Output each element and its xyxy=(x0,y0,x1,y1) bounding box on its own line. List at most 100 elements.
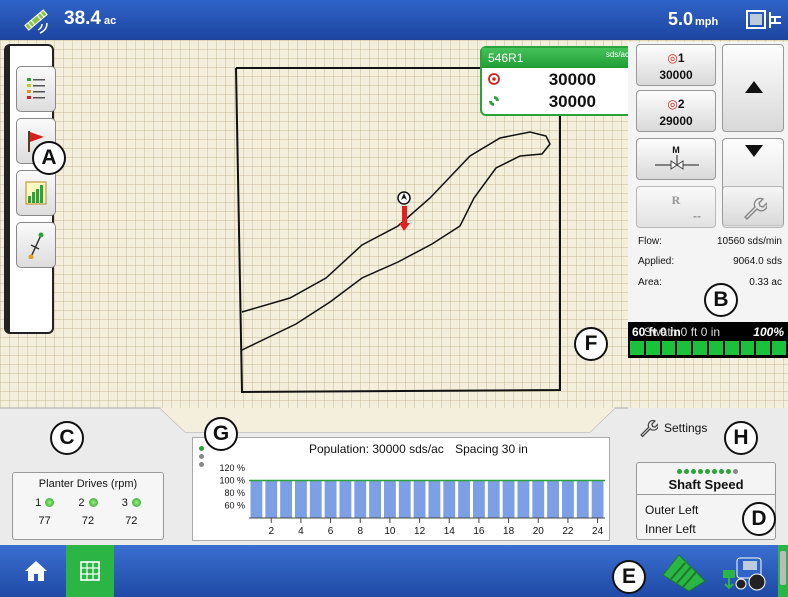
drive-number: 2 xyxy=(78,497,85,509)
field-ops-icon xyxy=(662,554,706,592)
callout-c: C xyxy=(50,421,84,455)
row-bar xyxy=(369,480,381,518)
planter-drives-title: Planter Drives (rpm) xyxy=(38,478,138,490)
vehicle-setup-button[interactable] xyxy=(716,545,772,597)
row-bar xyxy=(428,480,441,518)
row-bar xyxy=(324,480,337,518)
scroll-handle[interactable] xyxy=(780,551,786,585)
section-indicator xyxy=(740,341,755,355)
page-dot xyxy=(712,469,717,474)
row-bar xyxy=(502,480,515,518)
section-indicator xyxy=(645,341,660,355)
x-tick-label: 14 xyxy=(444,526,456,537)
planter-drives-panel[interactable]: Planter Drives (rpm) 1 77 2 72 3 72 xyxy=(12,472,164,540)
yield-tab[interactable] xyxy=(16,170,56,216)
population-graph[interactable]: Population: 30000 sds/ac Spacing 30 in 1… xyxy=(192,437,610,541)
tractor-icon xyxy=(723,557,766,591)
area-stat-value: 0.33 ac xyxy=(749,277,782,288)
x-tick-label: 16 xyxy=(473,526,485,537)
section-indicator xyxy=(677,341,692,355)
section-indicators xyxy=(630,341,786,355)
grid-icon xyxy=(80,561,100,581)
page-dot xyxy=(677,469,682,474)
row-bar xyxy=(250,480,263,518)
speed-readout: 5.0 mph xyxy=(668,9,718,30)
rate2-label: 2 xyxy=(677,97,685,111)
applied-label: Applied: xyxy=(638,256,675,267)
drive-rpm: 72 xyxy=(81,515,95,527)
manual-valve-button[interactable]: M xyxy=(636,138,716,180)
guidance-tab[interactable] xyxy=(16,222,56,268)
row-bar xyxy=(309,480,322,518)
drive-status-dot xyxy=(88,498,98,507)
settings-button[interactable]: Settings xyxy=(638,418,728,440)
row-bar xyxy=(517,480,530,518)
rate2-button[interactable]: ◎2 29000 xyxy=(636,90,716,132)
shaft-page-dots xyxy=(677,469,738,474)
row-bar xyxy=(384,480,396,518)
manual-label: M xyxy=(672,145,680,155)
rate1-value: 30000 xyxy=(659,68,693,82)
bottom-nav-bar xyxy=(0,545,788,597)
y-tick-label: 80 % xyxy=(224,488,245,498)
section-indicator xyxy=(772,341,786,355)
flow-label: Flow: xyxy=(638,236,662,247)
rx-value: -- xyxy=(693,209,701,223)
gps-icon[interactable] xyxy=(18,4,54,36)
actual-rate-value: 30000 xyxy=(548,92,596,111)
callout-a: A xyxy=(32,141,66,175)
drive-item: 2 72 xyxy=(68,497,108,527)
callout-b: B xyxy=(704,283,738,317)
target-rate-value: 30000 xyxy=(548,70,596,89)
swath-control-bar[interactable]: 60 ft 0 in Swath 0 ft 0 in 100% xyxy=(628,322,788,358)
area-value: 38.4 xyxy=(64,8,101,29)
row-bar xyxy=(458,480,470,518)
drive-item: 3 72 xyxy=(111,497,151,527)
area-readout: 38.4 ac xyxy=(64,8,116,30)
section-indicator xyxy=(708,341,723,355)
home-button[interactable] xyxy=(12,545,60,597)
page-dot xyxy=(684,469,689,474)
x-tick-label: 2 xyxy=(268,526,274,537)
x-tick-label: 4 xyxy=(298,526,304,537)
row-bar xyxy=(265,480,278,518)
settings-label: Settings xyxy=(664,421,708,435)
field-operations-button[interactable] xyxy=(656,545,712,597)
drive-status-dot xyxy=(45,498,55,507)
speed-unit: mph xyxy=(695,16,719,28)
callout-f: F xyxy=(574,327,608,361)
y-tick-label: 100 % xyxy=(219,476,245,486)
legend-tab[interactable] xyxy=(16,66,56,112)
flow-value: 10560 sds/min xyxy=(716,236,782,247)
rate1-button[interactable]: ◎1 30000 xyxy=(636,44,716,86)
row-bar xyxy=(280,480,292,518)
row-bar xyxy=(576,480,589,518)
swath-overlap-text: Swath 0 ft 0 in xyxy=(644,325,721,339)
shaft-row-1: Outer Left xyxy=(645,503,699,517)
view-split-icon[interactable] xyxy=(746,9,782,31)
bar-chart-icon xyxy=(25,181,47,205)
left-tool-tabs xyxy=(4,44,56,334)
page-dot xyxy=(698,469,703,474)
drive-rpm: 72 xyxy=(125,515,138,527)
arrow-up-icon xyxy=(745,81,763,93)
y-tick-label: 60 % xyxy=(224,501,245,511)
product-settings-button[interactable] xyxy=(722,186,784,228)
shaft-speed-title: Shaft Speed xyxy=(668,477,744,492)
page-dot xyxy=(705,469,710,474)
row-bar xyxy=(443,480,456,518)
x-tick-label: 22 xyxy=(562,526,574,537)
section-indicator xyxy=(661,341,676,355)
guidance-icon xyxy=(28,232,44,259)
product-rate-box[interactable]: 546R1 sds/ac 30000 30000 xyxy=(480,46,636,116)
row-bar xyxy=(547,480,559,518)
x-tick-label: 20 xyxy=(533,526,545,537)
section-indicator xyxy=(693,341,707,355)
prescription-button[interactable]: R -- xyxy=(636,186,716,228)
legend-icon xyxy=(27,78,45,99)
target-icon: ◎ xyxy=(667,97,678,111)
rate-up-button[interactable] xyxy=(722,44,784,132)
applied-value: 9064.0 sds xyxy=(733,256,782,267)
map-view-button[interactable] xyxy=(66,545,114,597)
actual-rate-icon xyxy=(489,96,499,106)
